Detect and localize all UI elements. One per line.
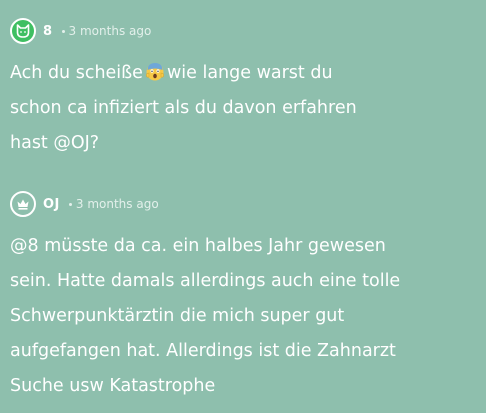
screaming-face-emoji [146, 63, 164, 81]
comment-text: Ach du scheiße wie lange warst du schon … [10, 56, 480, 161]
cat-face-icon [16, 24, 30, 38]
comment-line: Suche usw Katastrophe [10, 376, 216, 396]
comment-line: Ach du scheiße wie lange warst du [10, 56, 480, 91]
comment: OJ 3 months ago @8 müsste da ca. ein hal… [0, 191, 480, 404]
comment-line: sein. Hatte damals allerdings auch eine … [10, 271, 401, 291]
comment-line: schon ca infiziert als du davon erfahren [10, 98, 357, 118]
comment-text: @8 müsste da ca. ein halbes Jahr gewesen… [10, 229, 480, 404]
timestamp[interactable]: 3 months ago [76, 197, 159, 211]
comment: 8 3 months ago Ach du scheiße wie lange … [0, 18, 480, 161]
comment-line-text: Ach du scheiße [10, 63, 143, 83]
comment-header: OJ 3 months ago [0, 191, 480, 217]
comment-line: hast @OJ? [10, 133, 100, 153]
separator-dot [68, 202, 72, 206]
comment-line: @8 müsste da ca. ein halbes Jahr gewesen [10, 236, 386, 256]
comment-header: 8 3 months ago [0, 18, 480, 44]
avatar[interactable] [10, 191, 36, 217]
timestamp[interactable]: 3 months ago [69, 24, 152, 38]
comment-line: Schwerpunktärztin die mich super gut [10, 306, 345, 326]
right-edge-divider [486, 0, 490, 413]
username[interactable]: OJ [43, 197, 60, 212]
separator-dot [61, 29, 65, 33]
username[interactable]: 8 [43, 24, 53, 39]
comment-line-text: wie lange warst du [166, 63, 333, 83]
crown-icon [17, 199, 29, 210]
avatar[interactable] [10, 18, 36, 44]
comment-line: aufgefangen hat. Allerdings ist die Zahn… [10, 341, 396, 361]
